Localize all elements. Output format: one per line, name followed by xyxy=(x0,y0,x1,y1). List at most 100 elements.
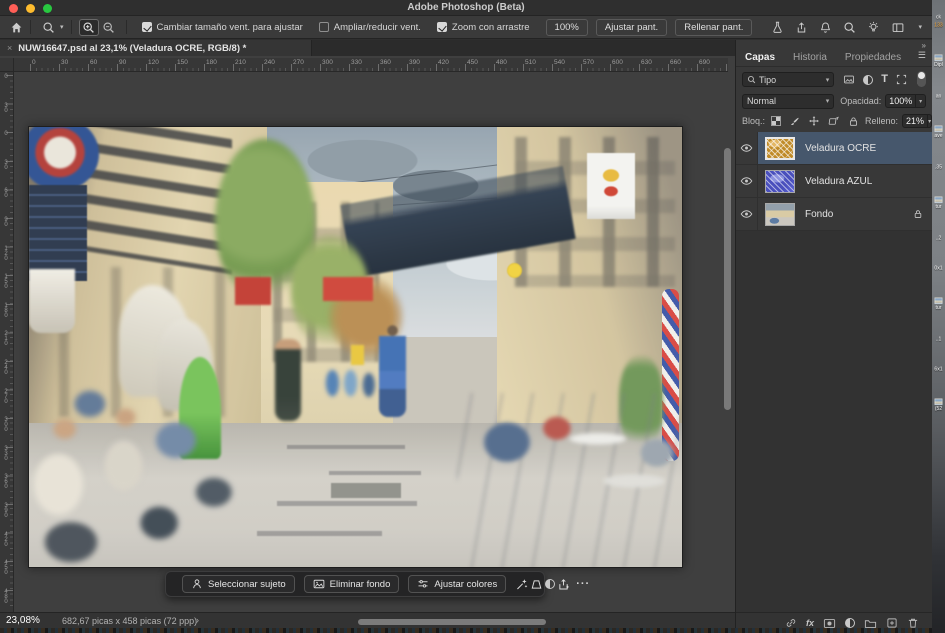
lock-all-icon[interactable] xyxy=(848,116,859,127)
person-icon xyxy=(191,578,203,590)
separator xyxy=(30,20,31,34)
layer-lock-icon xyxy=(913,209,923,219)
adjust-colors-label: Ajustar colores xyxy=(434,579,497,590)
remove-background-button[interactable]: Eliminar fondo xyxy=(304,575,400,593)
search-icon[interactable] xyxy=(843,21,856,34)
checkbox-label: Cambiar tamaño vent. para ajustar xyxy=(157,22,303,33)
zoom-tool-icon[interactable] xyxy=(38,19,58,36)
lock-label: Bloq.: xyxy=(742,116,765,126)
close-tab-icon[interactable]: × xyxy=(7,43,12,53)
title-bar: Adobe Photoshop (Beta) xyxy=(0,0,932,16)
opacity-label: Opacidad: xyxy=(840,96,881,106)
zoom-level-field[interactable]: 23,08% xyxy=(6,615,40,626)
notifications-bell-icon[interactable] xyxy=(819,21,832,34)
adjust-colors-button[interactable]: Ajustar colores xyxy=(408,575,506,593)
fill-field[interactable]: 21% xyxy=(902,114,928,128)
canvas-region: 0306090120150180210240270300330360390420… xyxy=(0,56,735,612)
visibility-eye-icon[interactable] xyxy=(736,132,758,164)
filter-adjustment-layers-icon[interactable] xyxy=(863,75,873,85)
new-group-folder-icon[interactable] xyxy=(864,618,877,629)
beta-flask-icon[interactable] xyxy=(771,21,784,34)
discover-lightbulb-icon[interactable] xyxy=(867,21,880,34)
ruler-corner[interactable] xyxy=(0,58,14,72)
chevron-down-icon: ▾ xyxy=(826,97,830,105)
lock-position-icon[interactable] xyxy=(808,115,820,127)
zoom-all-windows-checkbox[interactable]: Ampliar/reducir vent. xyxy=(319,22,421,33)
visibility-eye-icon[interactable] xyxy=(736,198,758,230)
checkbox-label: Ampliar/reducir vent. xyxy=(334,22,421,33)
scrubby-zoom-checkbox[interactable]: Zoom con arrastre xyxy=(437,22,530,33)
home-icon[interactable] xyxy=(10,21,23,34)
new-adjustment-layer-icon[interactable] xyxy=(845,618,855,628)
fit-screen-button[interactable]: Ajustar pant. xyxy=(596,19,667,36)
workspace-panels-icon[interactable] xyxy=(891,21,905,34)
sliders-icon xyxy=(417,578,429,590)
checkbox-icon xyxy=(142,22,152,32)
adjustment-icon[interactable] xyxy=(545,575,555,593)
lock-image-brush-icon[interactable] xyxy=(789,116,800,127)
status-bar: 23,08% 682,67 picas x 458 picas (72 ppp)… xyxy=(0,612,735,628)
zoom-100-button[interactable]: 100% xyxy=(546,19,588,36)
tab-capas[interactable]: Capas xyxy=(743,50,777,65)
canvas-image[interactable] xyxy=(28,126,683,568)
chevron-down-icon: ▾ xyxy=(826,76,830,84)
select-subject-label: Seleccionar sujeto xyxy=(208,579,286,590)
horizontal-scrollbar[interactable] xyxy=(358,619,546,625)
workspace-chevron-icon[interactable]: ▾ xyxy=(918,23,922,31)
v-ruler[interactable]: 03 003 06 09 01 2 01 5 01 8 02 1 02 4 02… xyxy=(0,72,14,612)
desktop-edge-strip: ck133Diplanave.35tur..20x1tur..16x1(52 xyxy=(932,0,945,633)
app-title: Adobe Photoshop (Beta) xyxy=(0,2,932,13)
layers-panel-empty-area xyxy=(736,231,932,612)
status-chevron-icon[interactable]: › xyxy=(196,615,199,625)
document-info: 682,67 picas x 458 picas (72 ppp) xyxy=(62,616,197,626)
share-icon[interactable] xyxy=(795,21,808,34)
visibility-eye-icon[interactable] xyxy=(736,165,758,197)
filter-type-layers-icon[interactable]: T xyxy=(881,74,888,85)
filter-pixel-layers-icon[interactable] xyxy=(843,74,855,85)
more-options-icon[interactable]: ··· xyxy=(576,578,590,590)
add-layer-mask-icon[interactable] xyxy=(823,618,836,629)
separator xyxy=(71,20,72,34)
lock-icons xyxy=(771,115,859,127)
fill-screen-button[interactable]: Rellenar pant. xyxy=(675,19,752,36)
tab-propiedades[interactable]: Propiedades xyxy=(843,50,903,65)
zoom-in-button[interactable] xyxy=(79,19,99,36)
layer-row-veladura-ocre[interactable]: Veladura OCRE xyxy=(736,132,932,165)
opacity-field[interactable]: 100% xyxy=(885,94,916,108)
document-tab[interactable]: × NUW16647.psd al 23,1% (Veladura OCRE, … xyxy=(0,40,312,56)
layer-thumbnail[interactable] xyxy=(765,170,795,193)
layer-row-main: Veladura AZUL xyxy=(758,165,932,197)
remove-background-label: Eliminar fondo xyxy=(330,579,391,590)
layer-effects-icon[interactable]: fx xyxy=(806,618,814,628)
image-icon xyxy=(313,578,325,590)
document-title: NUW16647.psd al 23,1% (Veladura OCRE, RG… xyxy=(18,43,246,54)
select-subject-button[interactable]: Seleccionar sujeto xyxy=(182,575,295,593)
resize-window-checkbox[interactable]: Cambiar tamaño vent. para ajustar xyxy=(142,22,303,33)
harmonize-sparkle-icon[interactable] xyxy=(515,575,528,593)
filter-icons: T xyxy=(843,74,926,85)
zoom-tool-chevron-icon[interactable]: ▾ xyxy=(60,23,64,31)
layer-row-main: Fondo xyxy=(758,198,932,230)
filter-shape-layers-icon[interactable] xyxy=(896,74,907,85)
tab-historia[interactable]: Historia xyxy=(791,50,829,65)
opacity-chevron-icon[interactable]: ▾ xyxy=(916,94,926,108)
layer-thumbnail[interactable] xyxy=(765,203,795,226)
lock-transparency-icon[interactable] xyxy=(771,116,781,126)
panel-menu-icon[interactable]: ☰ xyxy=(918,50,926,61)
lock-artboard-icon[interactable] xyxy=(828,116,840,127)
filter-on-off-toggle[interactable] xyxy=(917,71,926,87)
pasteboard[interactable] xyxy=(14,72,728,612)
blend-mode-select[interactable]: Normal ▾ xyxy=(742,94,834,109)
vertical-scrollbar[interactable] xyxy=(724,148,731,410)
checkbox-label: Zoom con arrastre xyxy=(452,22,530,33)
filter-type-select[interactable]: Tipo ▾ xyxy=(742,72,834,87)
layer-thumbnail[interactable] xyxy=(765,137,795,160)
transform-icon[interactable] xyxy=(530,575,543,593)
layers-panel: » Capas Historia Propiedades ☰ Tipo ▾ T xyxy=(735,40,932,633)
h-ruler[interactable]: 0306090120150180210240270300330360390420… xyxy=(14,58,728,72)
layers-list: Veladura OCRE Veladura AZUL xyxy=(736,132,932,231)
zoom-out-button[interactable] xyxy=(99,19,119,36)
layer-row-veladura-azul[interactable]: Veladura AZUL xyxy=(736,165,932,198)
layer-row-fondo[interactable]: Fondo xyxy=(736,198,932,231)
export-icon[interactable] xyxy=(557,575,570,593)
